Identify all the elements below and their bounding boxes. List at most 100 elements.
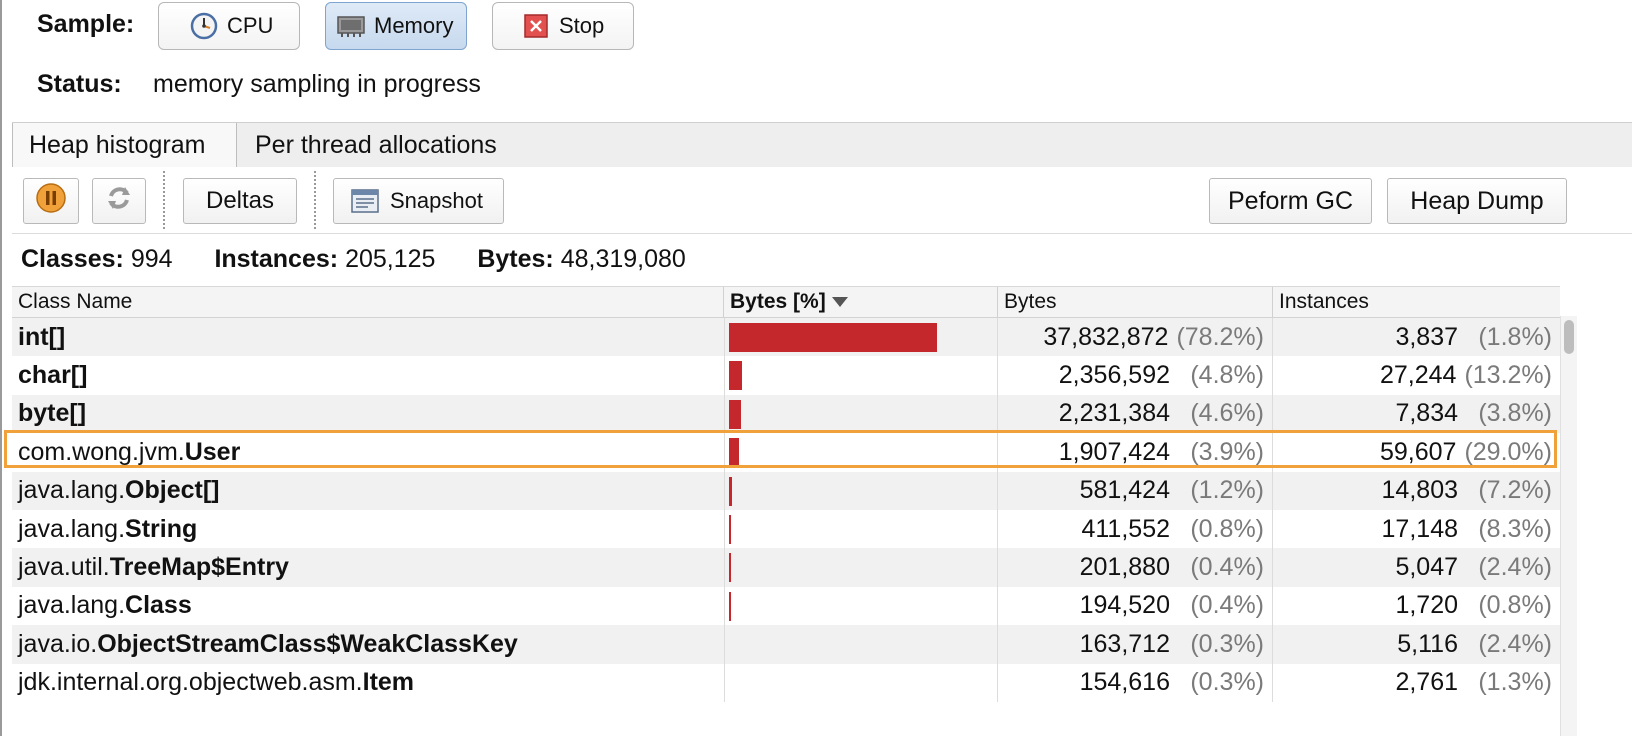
- bytes-cell: 581,424 (1.2%): [998, 471, 1273, 510]
- table-row[interactable]: jdk.internal.org.objectweb.asm. Item 154,6…: [12, 663, 1560, 702]
- window-edge: [0, 0, 2, 736]
- class-name-cell: int[]: [18, 318, 724, 356]
- perform-gc-button[interactable]: Peform GC: [1209, 178, 1372, 224]
- tab-strip: Heap histogram Per thread allocations: [12, 122, 1632, 168]
- instances-cell: 7,834 (3.8%): [1273, 395, 1560, 433]
- status-text: memory sampling in progress: [153, 70, 481, 98]
- memory-sample-button[interactable]: Memory: [325, 2, 467, 50]
- instances-percent-value: (8.3%): [1478, 514, 1552, 543]
- package-name: java.io.: [18, 629, 98, 658]
- heap-dump-button[interactable]: Heap Dump: [1387, 178, 1567, 224]
- bytes-value: 1,907,424: [1058, 437, 1170, 466]
- instances-value: 205,125: [345, 245, 436, 273]
- classes-label: Classes:: [21, 245, 124, 273]
- bytes-cell: 194,520 (0.4%): [998, 586, 1273, 626]
- cpu-button-label: CPU: [227, 13, 274, 38]
- instances-value: 3,837: [1395, 322, 1458, 351]
- heap-histogram-table: Class Name Bytes [%] Bytes Instances int…: [12, 286, 1560, 702]
- class-simple-name: Class: [125, 591, 192, 620]
- table-row[interactable]: com.wong.jvm. User 1,907,424 (3.9%) 59,607 (2…: [12, 433, 1560, 472]
- bytes-percent-cell: [724, 318, 998, 357]
- column-header-label: Instances: [1279, 290, 1369, 313]
- table-row[interactable]: java.lang. Class 194,520 (0.4%) 1,720 (0.8%): [12, 586, 1560, 626]
- instances-cell: 5,047 (2.4%): [1273, 548, 1560, 586]
- sample-label: Sample:: [37, 10, 135, 38]
- scrollbar-thumb[interactable]: [1564, 320, 1574, 354]
- column-header-bytes-percent[interactable]: Bytes [%]: [724, 287, 998, 317]
- class-name-cell: byte[]: [18, 395, 724, 433]
- deltas-button[interactable]: Deltas: [183, 178, 297, 224]
- refresh-button[interactable]: [92, 178, 146, 224]
- class-simple-name: ObjectStreamClass$WeakClassKey: [97, 629, 518, 658]
- column-header-label: Bytes [%]: [730, 290, 826, 313]
- instances-percent-value: (1.3%): [1478, 668, 1552, 697]
- bytes-value: 48,319,080: [560, 245, 686, 273]
- stop-button-label: Stop: [559, 13, 605, 38]
- package-name: com.wong.jvm.: [18, 437, 185, 466]
- bytes-value: 411,552: [1081, 514, 1170, 543]
- bytes-percent-cell: [724, 509, 998, 549]
- instances-percent-value: (13.2%): [1464, 361, 1552, 390]
- classes-value: 994: [130, 245, 173, 273]
- bytes-percent-cell: [724, 663, 998, 702]
- instances-percent-value: (2.4%): [1478, 629, 1552, 658]
- bytes-percent-value: (0.8%): [1190, 514, 1264, 543]
- instances-value: 5,116: [1397, 629, 1458, 658]
- column-header-bytes[interactable]: Bytes: [998, 287, 1273, 317]
- tab-per-thread-allocations[interactable]: Per thread allocations: [239, 123, 539, 167]
- instances-percent-value: (3.8%): [1478, 399, 1552, 428]
- stop-icon: [521, 11, 551, 41]
- histogram-summary: Classes: 994 Instances: 205,125 Bytes: 4…: [21, 245, 686, 274]
- bytes-value: 201,880: [1079, 553, 1170, 582]
- sort-descending-icon: [831, 297, 848, 307]
- instances-percent-value: (2.4%): [1478, 553, 1552, 582]
- instances-cell: 1,720 (0.8%): [1273, 587, 1560, 625]
- column-header-class-name[interactable]: Class Name: [12, 287, 724, 317]
- table-row[interactable]: java.lang. Object[] 581,424 (1.2%) 14,803 (7.…: [12, 471, 1560, 510]
- bytes-value: 2,231,384: [1058, 399, 1170, 428]
- instances-value: 59,607: [1379, 437, 1457, 466]
- bytes-percent-bar: [729, 323, 937, 352]
- clock-icon: [189, 11, 219, 41]
- table-row[interactable]: java.util. TreeMap$Entry 201,880 (0.4%) 5,04…: [12, 548, 1560, 587]
- class-name-cell: jdk.internal.org.objectweb.asm. Item: [18, 664, 724, 702]
- table-row[interactable]: byte[] 2,231,384 (4.6%) 7,834 (3.8%): [12, 394, 1560, 434]
- table-header: Class Name Bytes [%] Bytes Instances: [12, 286, 1560, 318]
- table-row[interactable]: java.io. ObjectStreamClass$WeakClassKey 16…: [12, 625, 1560, 664]
- bytes-percent-value: (1.2%): [1190, 476, 1264, 505]
- bytes-percent-cell: [724, 433, 998, 472]
- bytes-percent-value: (0.4%): [1190, 591, 1264, 620]
- vertical-scrollbar[interactable]: [1560, 316, 1577, 736]
- bytes-cell: 163,712 (0.3%): [998, 625, 1273, 664]
- table-row[interactable]: char[] 2,356,592 (4.8%) 27,244 (13.2%): [12, 356, 1560, 395]
- tab-heap-histogram[interactable]: Heap histogram: [12, 123, 237, 167]
- bytes-percent-value: (78.2%): [1176, 322, 1264, 351]
- class-name-cell: char[]: [18, 356, 724, 394]
- pause-button[interactable]: [23, 178, 79, 224]
- table-row[interactable]: int[] 37,832,872 (78.2%) 3,837 (1.8%): [12, 318, 1560, 357]
- instances-percent-value: (29.0%): [1464, 437, 1552, 466]
- class-simple-name: Object[]: [125, 476, 220, 505]
- package-name: jdk.internal.org.objectweb.asm.: [18, 668, 363, 697]
- package-name: java.lang.: [18, 514, 126, 543]
- snapshot-icon: [350, 187, 380, 215]
- package-name: java.lang.: [18, 591, 126, 620]
- bytes-percent-cell: [724, 356, 998, 395]
- table-row[interactable]: java.lang. String 411,552 (0.8%) 17,148 (8.3%…: [12, 509, 1560, 549]
- instances-label: Instances:: [214, 245, 339, 273]
- pause-icon: [35, 182, 67, 221]
- instances-value: 5,047: [1395, 553, 1458, 582]
- bytes-cell: 1,907,424 (3.9%): [998, 433, 1273, 472]
- stop-sample-button[interactable]: Stop: [492, 2, 634, 50]
- bytes-percent-bar: [729, 361, 742, 391]
- bytes-percent-bar: [729, 438, 740, 468]
- column-header-instances[interactable]: Instances: [1273, 287, 1560, 317]
- cpu-sample-button[interactable]: CPU: [158, 2, 300, 50]
- bytes-percent-value: (4.6%): [1190, 399, 1264, 428]
- table-body: int[] 37,832,872 (78.2%) 3,837 (1.8%) char[] 2…: [12, 318, 1560, 702]
- package-name: java.lang.: [18, 476, 126, 505]
- column-header-label: Bytes: [1004, 290, 1057, 313]
- instances-percent-value: (0.8%): [1478, 591, 1552, 620]
- snapshot-button[interactable]: Snapshot: [333, 178, 504, 224]
- instances-value: 7,834: [1395, 399, 1458, 428]
